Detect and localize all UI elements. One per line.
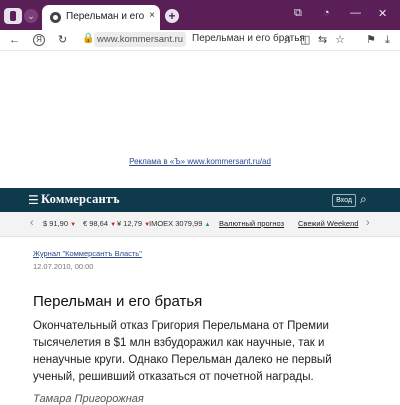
tab-groups-icon[interactable]: ⧉	[294, 7, 302, 20]
url-field[interactable]: 🔒 www.kommersant.ru Перельман и его брат…	[80, 32, 305, 48]
browser-tab-strip: ⌄ Перельман и его братья × + ⧉ ◔ — ✕	[0, 0, 400, 30]
ticker-imoex: IMOEX 3079,99 ▲	[149, 219, 211, 228]
address-bar: ← Я ↻ 🔒 www.kommersant.ru Перельман и ег…	[0, 30, 400, 51]
article-date: 12.07.2010, 00:00	[33, 262, 94, 271]
bookmarks-icon[interactable]: ⚑	[366, 33, 376, 47]
down-triangle-icon: ▼	[70, 222, 77, 228]
article-author[interactable]: Тамара Пригорожная	[33, 393, 144, 405]
bookmark-icon[interactable]: ◔	[323, 7, 330, 19]
search-icon[interactable]: ⌕	[360, 192, 367, 207]
tab-close-icon[interactable]: ×	[146, 10, 158, 22]
article-headline: Перельман и его братья	[33, 293, 203, 310]
site-logo[interactable]: Коммерсантъ	[41, 192, 120, 207]
ticker-prev-icon[interactable]: ‹	[30, 217, 34, 229]
ticker-usd: $ 91,90 ▼	[43, 219, 77, 228]
article-source-link[interactable]: Журнал "Коммерсантъ Власть"	[33, 249, 142, 258]
kommersant-favicon-icon	[50, 12, 61, 23]
bookmark-add-icon[interactable]: ☆	[335, 33, 345, 47]
ticker-next-icon[interactable]: ›	[366, 217, 370, 229]
browser-tab[interactable]: Перельман и его братья ×	[42, 5, 160, 30]
down-triangle-icon: ▼	[110, 222, 117, 228]
ticker-cny: ¥ 12,79 ▼	[117, 219, 151, 228]
new-tab-button[interactable]: +	[165, 9, 179, 23]
window-close-icon[interactable]: ✕	[378, 7, 387, 20]
ticker-eur: € 98,64 ▼	[83, 219, 117, 228]
tab-title: Перельман и его братья	[66, 11, 146, 22]
translate-icon[interactable]: ⇆	[318, 33, 327, 47]
back-arrow-icon[interactable]: ←	[9, 33, 20, 47]
up-triangle-icon: ▲	[204, 222, 211, 228]
reader-icon[interactable]: ◫	[300, 33, 310, 47]
headphones-icon[interactable]: ♫	[283, 33, 291, 47]
site-header: ☰ Коммерсантъ Вход ⌕	[0, 188, 400, 212]
profile-icon[interactable]	[4, 8, 22, 24]
currency-ticker: ‹ $ 91,90 ▼ € 98,64 ▼ ¥ 12,79 ▼ IMOEX 30…	[0, 212, 400, 237]
weekend-link[interactable]: Свежий Weekend	[298, 219, 358, 228]
reload-icon[interactable]: ↻	[58, 33, 67, 47]
forecast-link[interactable]: Валютный прогноз	[219, 219, 284, 228]
article-lead: Окончательный отказ Григория Перельмана …	[33, 320, 332, 383]
url-host: www.kommersant.ru	[94, 32, 187, 47]
ad-link[interactable]: Реклама в «Ъ» www.kommersant.ru/ad	[0, 157, 400, 166]
yandex-icon[interactable]: Я	[33, 34, 45, 46]
download-icon[interactable]: ⤓	[385, 33, 390, 47]
menu-icon[interactable]: ☰	[28, 193, 39, 207]
lock-icon[interactable]: 🔒	[82, 33, 94, 44]
tabs-menu-chevron-icon[interactable]: ⌄	[24, 9, 38, 23]
minimize-icon[interactable]: —	[350, 7, 361, 19]
login-button[interactable]: Вход	[332, 194, 356, 207]
